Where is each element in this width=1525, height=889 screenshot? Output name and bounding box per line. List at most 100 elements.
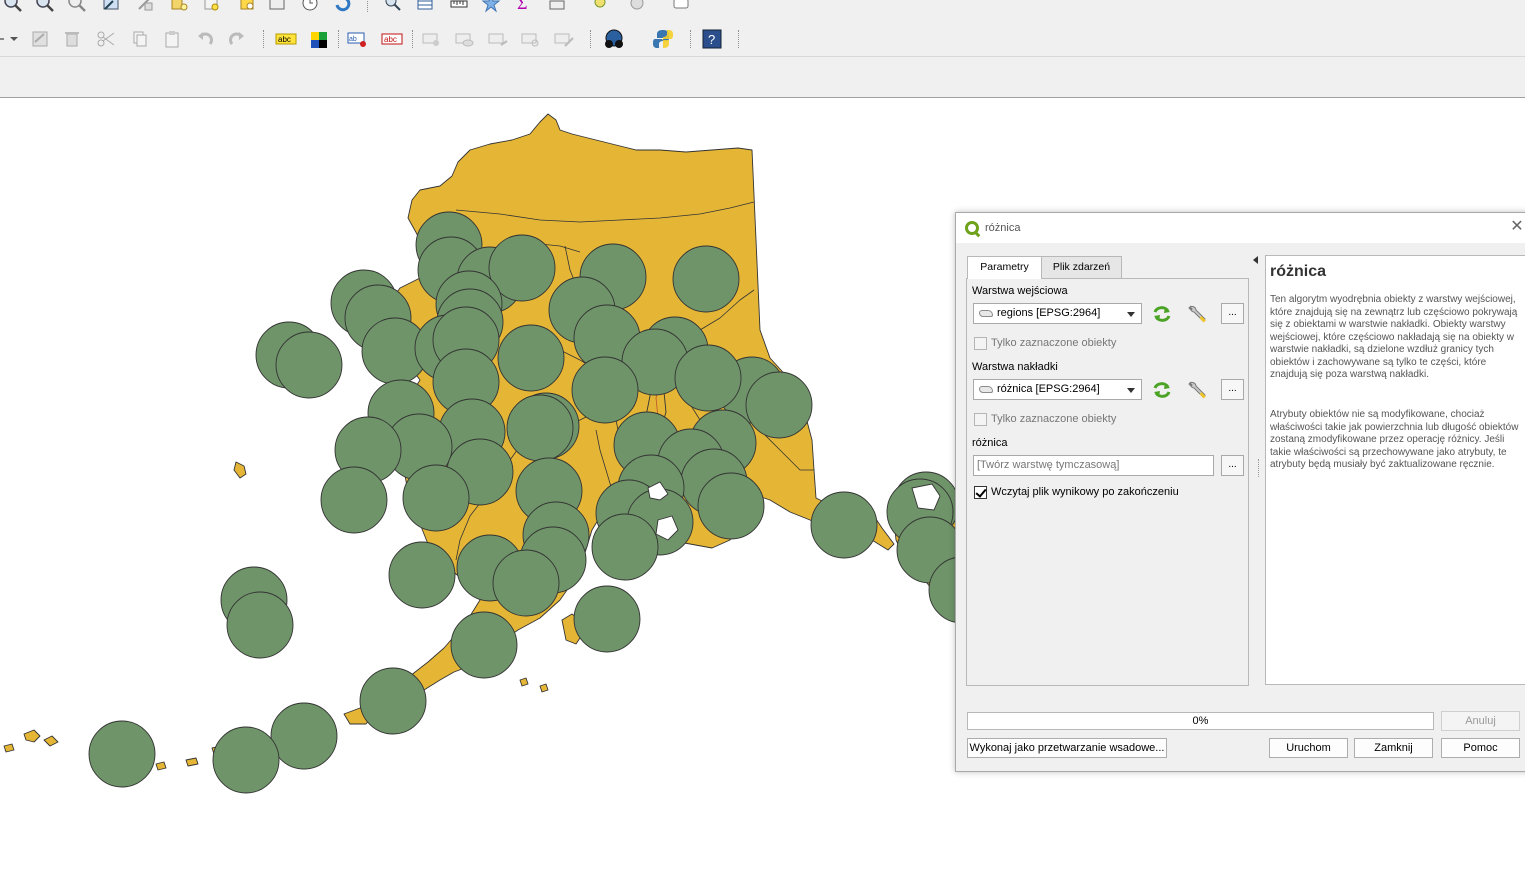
overlay-layer-options-button[interactable]: ...: [1221, 379, 1244, 400]
batch-process-button[interactable]: Wykonaj jako przetwarzanie wsadowe...: [967, 738, 1167, 758]
zoom-in-icon[interactable]: [2, 0, 24, 14]
zoom-out-icon[interactable]: [34, 0, 56, 14]
island: [185, 757, 199, 767]
input-selected-only-label: Tylko zaznaczone obiekty: [991, 337, 1117, 349]
buffer-circle: [450, 611, 518, 679]
collapse-help-icon[interactable]: [1253, 256, 1258, 264]
buffer-circle: [571, 356, 639, 424]
overlay-selected-only-checkbox[interactable]: [974, 413, 987, 426]
wrench-icon[interactable]: [1185, 303, 1209, 325]
toolbar-grip[interactable]: [338, 30, 341, 48]
zoom-icon[interactable]: [66, 0, 88, 14]
copy-icon[interactable]: [128, 28, 150, 50]
help-paragraph-1: Ten algorytm wyodrębnia obiekty z warstw…: [1270, 294, 1518, 380]
overlay-selected-only-label: Tylko zaznaczone obiekty: [991, 413, 1117, 425]
clock-icon[interactable]: [299, 0, 321, 14]
star-icon[interactable]: [480, 0, 502, 14]
progress-bar: 0%: [967, 712, 1434, 730]
close-icon[interactable]: ✕: [1509, 219, 1525, 235]
help-icon[interactable]: ?: [701, 28, 723, 50]
label-rotate-icon[interactable]: [487, 28, 509, 50]
toolbar-grip[interactable]: [367, 0, 370, 12]
save-edits-icon[interactable]: [29, 28, 51, 50]
run-button[interactable]: Uruchom: [1269, 738, 1348, 758]
chevron-down-icon: [1127, 312, 1135, 317]
text-annotation-icon[interactable]: Σ: [512, 0, 534, 14]
plugin-globe-icon[interactable]: [603, 28, 625, 50]
dialog-titlebar[interactable]: różnica ✕: [956, 213, 1525, 243]
buffer-circle: [359, 667, 427, 735]
buffer-circle: [402, 464, 470, 532]
toolbar-grip[interactable]: [263, 30, 266, 48]
output-options-button[interactable]: ...: [1221, 455, 1244, 476]
label-show-icon[interactable]: [454, 28, 476, 50]
open-output-checkbox[interactable]: [974, 486, 987, 499]
label-move-icon[interactable]: [421, 28, 443, 50]
help-paragraph-2: Atrybuty obiektów nie są modyfikowane, c…: [1270, 409, 1519, 470]
label-abc-red-icon[interactable]: abc: [381, 28, 403, 50]
label-abc-yellow-icon[interactable]: abc: [275, 28, 297, 50]
attribute-table-icon[interactable]: [414, 0, 436, 14]
tips-icon[interactable]: [670, 0, 692, 14]
island: [233, 461, 247, 479]
island: [23, 729, 41, 743]
buffer-circle: [573, 585, 641, 653]
pan-icon[interactable]: [626, 0, 648, 14]
label-pin-icon[interactable]: ab: [347, 28, 369, 50]
help-title: różnica: [1270, 263, 1327, 280]
redo-icon[interactable]: [226, 28, 248, 50]
input-layer-value: regions [EPSG:2964]: [997, 307, 1101, 319]
buffer-circle: [697, 472, 765, 540]
input-layer-options-button[interactable]: ...: [1221, 303, 1244, 324]
toolbar-grip[interactable]: [690, 30, 693, 48]
statistics-icon[interactable]: [546, 0, 568, 14]
zoom-layer-icon[interactable]: [134, 0, 156, 14]
label-edit-icon[interactable]: [553, 28, 575, 50]
diagram-icon[interactable]: [308, 28, 330, 50]
difference-dialog: różnica ✕ Parametry Plik zdarzeń Warstwa…: [955, 212, 1525, 772]
svg-text:Σ: Σ: [517, 0, 527, 13]
zoom-full-icon[interactable]: [100, 0, 122, 14]
parameters-panel: Warstwa wejściowa regions [EPSG:2964] ..…: [966, 278, 1249, 686]
toolbar-grip[interactable]: [738, 30, 741, 48]
new-map-icon[interactable]: [200, 0, 222, 14]
paste-icon[interactable]: [161, 28, 183, 50]
label-change-icon[interactable]: [520, 28, 542, 50]
edit-dropdown-icon[interactable]: [0, 28, 18, 50]
buffer-circle: [745, 371, 813, 439]
bookmark-icon[interactable]: [236, 0, 258, 14]
refresh-icon[interactable]: [332, 0, 354, 14]
tab-log[interactable]: Plik zdarzeń: [1041, 256, 1122, 278]
toolbar-grip[interactable]: [412, 30, 415, 48]
delete-icon[interactable]: [61, 28, 83, 50]
buffer-circle: [88, 720, 156, 788]
python-icon[interactable]: [652, 28, 674, 50]
help-button[interactable]: Pomoc: [1441, 738, 1520, 758]
overlay-layer-combobox[interactable]: różnica [EPSG:2964]: [973, 379, 1142, 400]
close-button[interactable]: Zamknij: [1354, 738, 1433, 758]
input-layer-combobox[interactable]: regions [EPSG:2964]: [973, 303, 1142, 324]
identify-icon[interactable]: [382, 0, 404, 14]
iterate-icon[interactable]: [1150, 303, 1174, 325]
buffer-circle: [672, 245, 740, 313]
svg-text:ab: ab: [349, 36, 357, 43]
toolbar-area: Σ abc ab abc ?: [0, 0, 1525, 98]
wrench-icon[interactable]: [1185, 379, 1209, 401]
panel-splitter[interactable]: [1258, 459, 1261, 477]
undo-icon[interactable]: [194, 28, 216, 50]
iterate-icon[interactable]: [1150, 379, 1174, 401]
buffer-circle: [320, 466, 388, 534]
toolbar-grip[interactable]: [590, 30, 593, 48]
zoom-selection-icon[interactable]: [168, 0, 190, 14]
temporal-icon[interactable]: [266, 0, 288, 14]
island: [43, 735, 59, 747]
cut-icon[interactable]: [95, 28, 117, 50]
input-selected-only-checkbox[interactable]: [974, 337, 987, 350]
measure-icon[interactable]: [448, 0, 470, 14]
buffer-circle: [492, 549, 560, 617]
output-field[interactable]: [Twórz warstwę tymczasową]: [973, 455, 1214, 476]
island: [3, 743, 15, 753]
cancel-button[interactable]: Anuluj: [1441, 711, 1520, 731]
tab-parameters[interactable]: Parametry: [967, 256, 1042, 279]
select-icon[interactable]: [590, 0, 612, 14]
